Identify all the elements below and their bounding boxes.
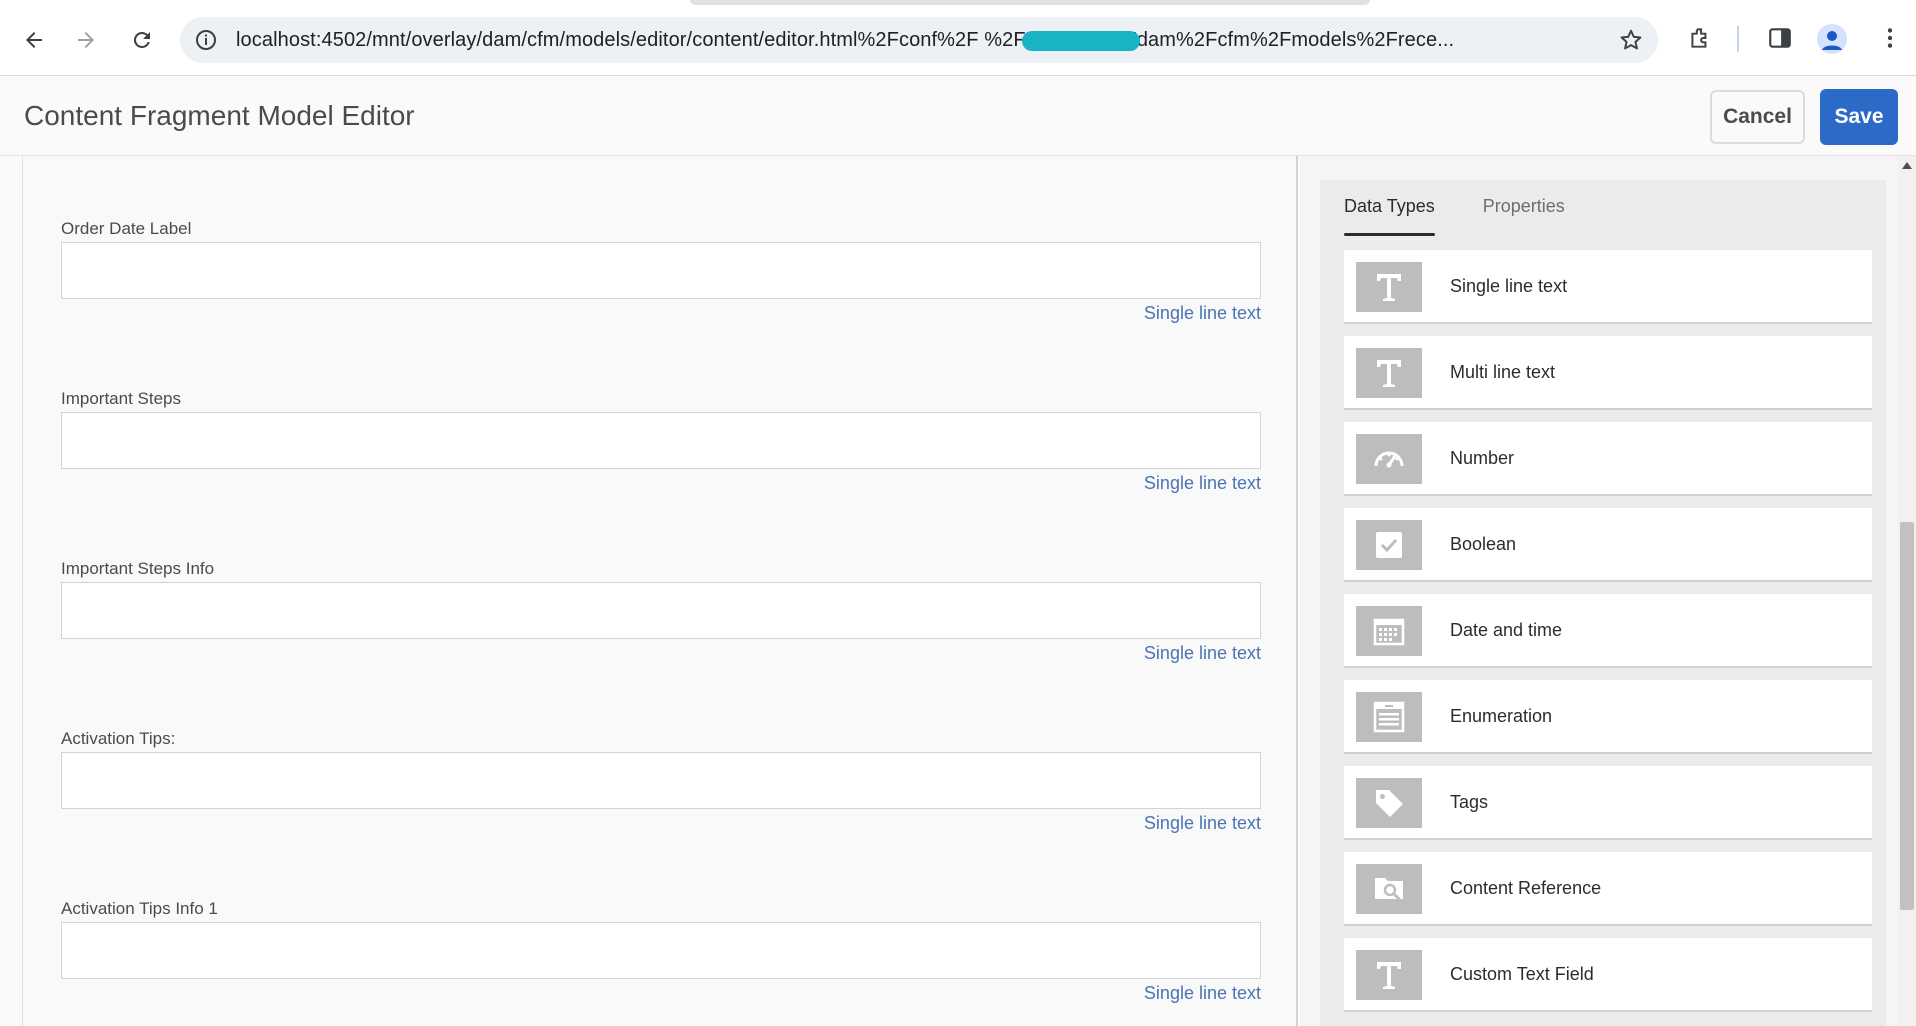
page-title: Content Fragment Model Editor — [24, 100, 415, 131]
model-form-panel: Order Date Label Single line text Import… — [22, 156, 1298, 1026]
data-type-item[interactable]: Tags — [1344, 766, 1872, 840]
tag-icon — [1356, 778, 1422, 828]
bookmark-star-icon[interactable] — [1618, 27, 1644, 53]
info-icon[interactable] — [194, 28, 218, 52]
text-icon — [1356, 262, 1422, 312]
redaction-mark — [1022, 31, 1140, 51]
text-icon — [1356, 348, 1422, 398]
data-type-item[interactable]: Multi line text — [1344, 336, 1872, 410]
data-type-label: Boolean — [1450, 534, 1517, 554]
save-button[interactable]: Save — [1820, 89, 1898, 145]
form-field: Activation Tips Info 1 Single line text — [61, 898, 1261, 1004]
right-rail: Data Types Properties Single line text M… — [1300, 156, 1900, 1026]
kebab-menu-icon[interactable] — [1874, 22, 1906, 54]
tab-properties[interactable]: Properties — [1483, 180, 1565, 236]
arrow-left-icon — [26, 32, 42, 48]
reload-button[interactable] — [122, 20, 162, 60]
data-types-list: Single line text Multi line text Number — [1344, 250, 1872, 1024]
data-type-label: Number — [1450, 448, 1515, 468]
field-label: Order Date Label — [61, 219, 192, 238]
browser-tab-edge — [690, 0, 1370, 5]
arrow-right-icon — [78, 32, 94, 48]
editor-main: Order Date Label Single line text Import… — [0, 156, 1916, 1026]
data-type-label: Multi line text — [1450, 362, 1556, 382]
data-type-item[interactable]: Content Reference — [1344, 852, 1872, 926]
rail-tabs: Data Types Properties — [1344, 180, 1565, 236]
field-type-label: Single line text — [1143, 473, 1261, 493]
data-types-panel: Data Types Properties Single line text M… — [1320, 180, 1886, 1026]
field-input[interactable] — [61, 752, 1261, 809]
data-type-item[interactable]: Single line text — [1344, 250, 1872, 324]
data-type-item[interactable]: Custom Text Field — [1344, 938, 1872, 1012]
field-label: Activation Tips Info 1 — [61, 899, 218, 918]
address-bar[interactable]: localhost:4502/mnt/overlay/dam/cfm/model… — [180, 17, 1658, 63]
url-text[interactable]: localhost:4502/mnt/overlay/dam/cfm/model… — [236, 29, 1572, 52]
reload-icon — [133, 31, 150, 48]
app-header: Content Fragment Model Editor Cancel Sav… — [0, 76, 1916, 156]
field-input[interactable] — [61, 242, 1261, 299]
field-type-label: Single line text — [1143, 643, 1261, 663]
scrollbar[interactable] — [1898, 156, 1916, 1026]
form-field: Activation Tips: Single line text — [61, 728, 1261, 834]
field-type-label: Single line text — [1143, 813, 1261, 833]
side-panel-icon[interactable] — [1764, 22, 1796, 54]
field-label: Activation Tips: — [61, 729, 176, 748]
data-type-item[interactable]: Enumeration — [1344, 680, 1872, 754]
folder-search-icon — [1356, 864, 1422, 914]
checkbox-icon — [1356, 520, 1422, 570]
data-type-label: Custom Text Field — [1450, 964, 1594, 984]
data-type-label: Tags — [1450, 792, 1489, 812]
gauge-icon — [1356, 434, 1422, 484]
browser-toolbar: localhost:4502/mnt/overlay/dam/cfm/model… — [0, 0, 1916, 76]
tab-data-types[interactable]: Data Types — [1344, 180, 1435, 236]
scroll-up-arrow-icon[interactable] — [1902, 162, 1912, 169]
data-type-item[interactable]: Number — [1344, 422, 1872, 496]
field-input[interactable] — [61, 412, 1261, 469]
scrollbar-thumb[interactable] — [1900, 522, 1914, 910]
data-type-label: Enumeration — [1450, 706, 1553, 726]
extensions-icon[interactable] — [1684, 22, 1716, 54]
back-button[interactable] — [14, 20, 54, 60]
profile-avatar-icon[interactable] — [1817, 24, 1847, 54]
data-type-item[interactable]: Date and time — [1344, 594, 1872, 668]
data-type-item[interactable]: Boolean — [1344, 508, 1872, 582]
field-input[interactable] — [61, 582, 1261, 639]
form-field: Order Date Label Single line text — [61, 218, 1261, 324]
field-input[interactable] — [61, 922, 1261, 979]
list-icon — [1356, 692, 1422, 742]
data-type-label: Single line text — [1450, 276, 1568, 296]
field-label: Important Steps — [61, 389, 182, 408]
cancel-button[interactable]: Cancel — [1710, 90, 1805, 144]
form-field: Important Steps Single line text — [61, 388, 1261, 494]
forward-button[interactable] — [66, 20, 106, 60]
calendar-icon — [1356, 606, 1422, 656]
field-type-label: Single line text — [1143, 303, 1261, 323]
data-type-label: Content Reference — [1450, 878, 1602, 898]
field-label: Important Steps Info — [61, 559, 215, 578]
form-field: Important Steps Info Single line text — [61, 558, 1261, 664]
field-type-label: Single line text — [1143, 983, 1261, 1003]
toolbar-divider — [1737, 26, 1739, 52]
data-type-label: Date and time — [1450, 620, 1563, 640]
text-icon — [1356, 950, 1422, 1000]
